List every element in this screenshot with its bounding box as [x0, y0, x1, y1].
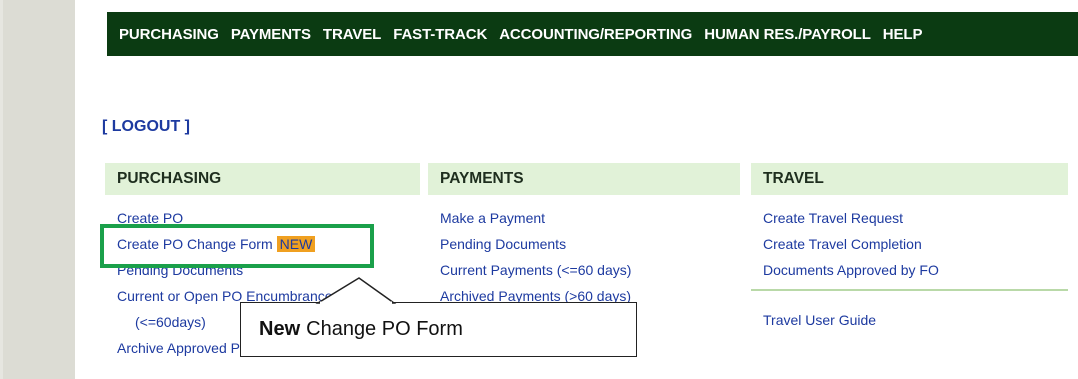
callout-pointer	[315, 277, 397, 305]
